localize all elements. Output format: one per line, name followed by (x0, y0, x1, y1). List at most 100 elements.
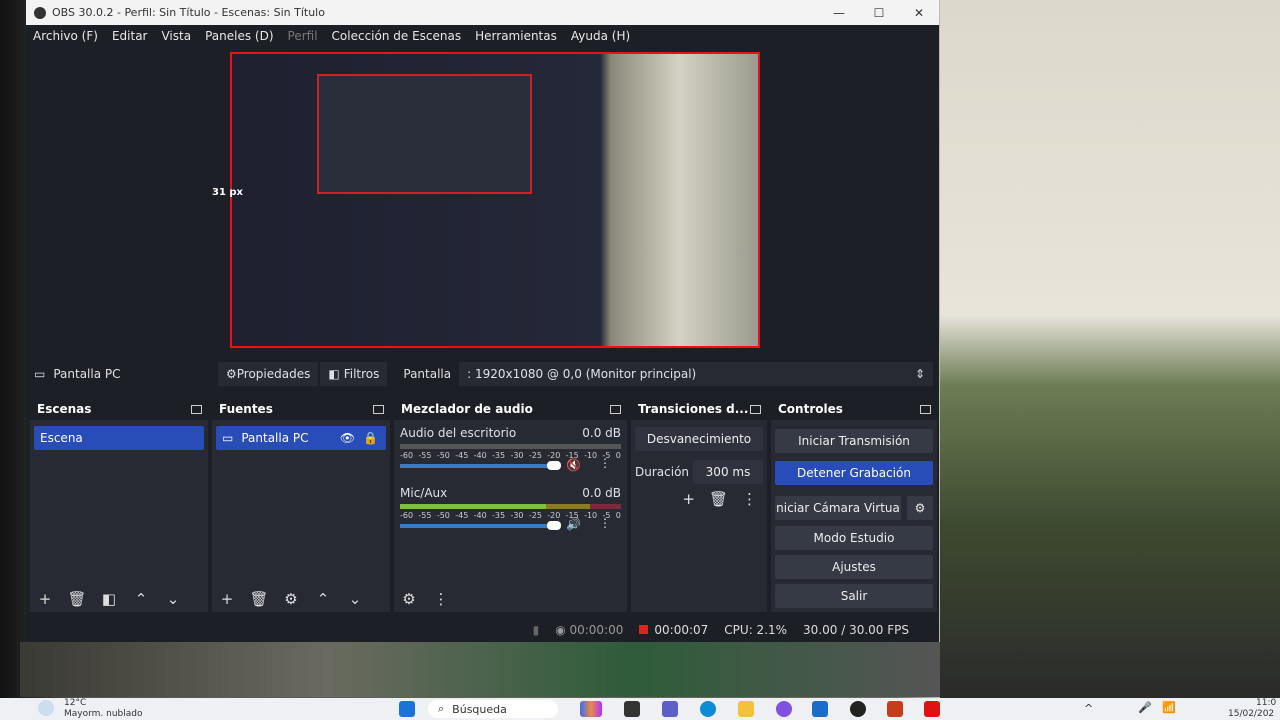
stop-recording-button[interactable]: Detener Grabación (775, 461, 933, 485)
filters-button[interactable]: ◧ Filtros (320, 362, 388, 386)
monitor-icon: ▭ (222, 431, 234, 445)
window-title: OBS 30.0.2 - Perfil: Sin Título - Escena… (52, 6, 325, 19)
background-photo-right (940, 0, 1280, 700)
settings-button[interactable]: Ajustes (775, 555, 933, 579)
task-view-icon[interactable] (624, 701, 640, 717)
transition-select[interactable]: Desvanecimiento (635, 427, 763, 451)
advanced-audio-icon[interactable]: ⚙ (398, 590, 420, 608)
display-select[interactable]: : 1920x1080 @ 0,0 (Monitor principal) ⇕ (459, 362, 933, 386)
store-icon[interactable] (812, 701, 828, 717)
menu-coleccion[interactable]: Colección de Escenas (332, 29, 462, 43)
fps: 30.00 / 30.00 FPS (803, 623, 909, 637)
preview-canvas[interactable]: 31 px (212, 52, 760, 348)
more-icon[interactable]: ⋮ (430, 590, 452, 608)
menu-ayuda[interactable]: Ayuda (H) (571, 29, 630, 43)
meter-tick: -45 (455, 451, 469, 460)
gear-icon[interactable]: ⚙ (280, 590, 302, 608)
obs-logo-icon (34, 6, 46, 19)
trash-icon[interactable]: 🗑 (66, 590, 88, 608)
add-icon[interactable]: + (216, 590, 238, 608)
mic-icon[interactable]: 🎤 (1138, 701, 1152, 714)
meter-tick: -35 (492, 511, 506, 520)
add-icon[interactable]: + (34, 590, 56, 608)
undock-icon[interactable] (373, 404, 384, 414)
menu-vista[interactable]: Vista (161, 29, 191, 43)
eye-icon[interactable]: 👁 (340, 431, 355, 445)
start-streaming-button[interactable]: Iniciar Transmisión (775, 429, 933, 453)
up-icon[interactable]: ⌃ (130, 590, 152, 608)
down-icon[interactable]: ⌄ (344, 590, 366, 608)
powerpoint-icon[interactable] (887, 701, 903, 717)
properties-button[interactable]: ⚙ Propiedades (218, 362, 319, 386)
volume-meter (400, 504, 621, 509)
network-icon: ▮ (532, 623, 540, 637)
acrobat-icon[interactable] (924, 701, 940, 717)
meter-tick: -50 (436, 451, 450, 460)
gear-icon: ⚙ (226, 367, 237, 381)
menu-paneles[interactable]: Paneles (D) (205, 29, 273, 43)
clock-time[interactable]: 11:0 (1256, 698, 1276, 708)
volume-slider[interactable] (400, 521, 561, 530)
exit-button[interactable]: Salir (775, 584, 933, 608)
menu-editar[interactable]: Editar (112, 29, 148, 43)
add-icon[interactable]: + (682, 490, 695, 508)
more-icon[interactable]: ⋮ (742, 490, 757, 508)
properties-label: Propiedades (236, 367, 311, 381)
meter-tick: -55 (418, 511, 432, 520)
undock-icon[interactable] (750, 404, 761, 414)
start-icon[interactable] (399, 701, 415, 717)
minimize-button[interactable]: — (819, 6, 859, 20)
search-label: Búsqueda (452, 702, 507, 716)
scene-item[interactable]: Escena (34, 426, 204, 450)
display-label: Pantalla (403, 367, 452, 381)
studio-mode-button[interactable]: Modo Estudio (775, 526, 933, 550)
close-button[interactable]: ✕ (899, 6, 939, 20)
explorer-icon[interactable] (738, 701, 754, 717)
search-box[interactable]: ⌕ Búsqueda (428, 700, 558, 718)
filter-icon[interactable]: ◧ (98, 590, 120, 608)
meter-tick: -60 (400, 511, 414, 520)
obs-taskbar-icon[interactable] (850, 701, 866, 717)
maximize-button[interactable]: ☐ (859, 6, 899, 20)
more-icon[interactable]: ⋮ (599, 456, 611, 470)
channel-level: 0.0 dB (582, 426, 621, 440)
duration-label: Duración (635, 465, 690, 479)
source-item[interactable]: ▭ Pantalla PC 👁 🔒 (216, 426, 386, 450)
edge-icon[interactable] (700, 701, 716, 717)
copilot-icon[interactable] (580, 701, 602, 717)
teams-icon[interactable] (662, 701, 678, 717)
transition-type: Desvanecimiento (646, 432, 752, 446)
weather-icon[interactable] (38, 700, 54, 716)
duration-input[interactable]: 300 ms (693, 460, 763, 484)
menu-perfil[interactable]: Perfil (288, 29, 318, 43)
selected-source: ▭ Pantalla PC (26, 362, 216, 386)
menu-herramientas[interactable]: Herramientas (475, 29, 557, 43)
volume-slider[interactable] (400, 461, 561, 470)
meter-tick: -55 (418, 451, 432, 460)
search-icon: ⌕ (438, 702, 445, 715)
transitions-dock: Transiciones d... Desvanecimiento Duraci… (631, 398, 767, 612)
undock-icon[interactable] (610, 404, 621, 414)
muted-speaker-icon[interactable]: 🔇 (566, 458, 581, 472)
scenes-title: Escenas (37, 402, 92, 416)
transitions-title: Transiciones d... (638, 402, 749, 416)
undock-icon[interactable] (920, 404, 931, 414)
speaker-icon[interactable]: 🔊 (566, 517, 581, 531)
meter-tick: 0 (615, 511, 621, 520)
start-virtual-camera-button[interactable]: niciar Cámara Virtua (775, 496, 901, 520)
preview-area[interactable]: 31 px (26, 46, 939, 360)
undock-icon[interactable] (191, 404, 202, 414)
clock-date[interactable]: 15/02/202 (1228, 709, 1274, 719)
tray-chevron-icon[interactable]: ^ (1084, 702, 1093, 715)
virtual-camera-settings-icon[interactable]: ⚙ (907, 496, 933, 520)
trash-icon[interactable]: 🗑 (248, 590, 270, 608)
lock-icon[interactable]: 🔒 (363, 431, 378, 445)
firefox-icon[interactable] (776, 701, 792, 717)
wifi-icon[interactable]: 📶 (1162, 701, 1176, 714)
menu-archivo[interactable]: Archivo (F) (33, 29, 98, 43)
up-icon[interactable]: ⌃ (312, 590, 334, 608)
down-icon[interactable]: ⌄ (162, 590, 184, 608)
trash-icon[interactable]: 🗑 (709, 490, 728, 508)
more-icon[interactable]: ⋮ (599, 516, 611, 530)
meter-ticks: -60 -55 -50 -45 -40 -35 -30 -25 -20 -15 -10 -5 0 (400, 511, 621, 520)
